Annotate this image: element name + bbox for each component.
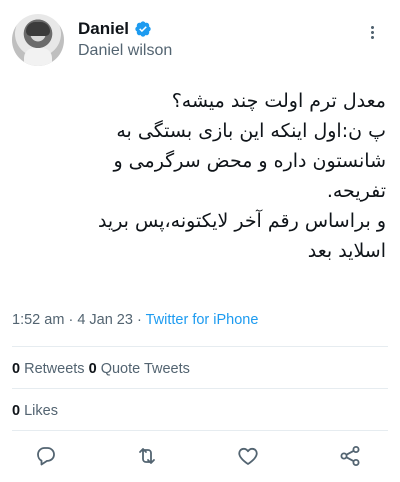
quotes-count: 0 — [88, 361, 97, 377]
retweets-stat[interactable]: 0 Retweets — [12, 361, 85, 377]
likes-stat[interactable]: 0 Likes — [12, 403, 58, 419]
tweet-time[interactable]: 1:52 am — [12, 312, 64, 328]
retweets-count: 0 — [12, 361, 21, 377]
tweet-date[interactable]: 4 Jan 23 — [77, 312, 133, 328]
avatar[interactable] — [12, 14, 64, 66]
tweet-header: Daniel Daniel wilson — [12, 12, 388, 72]
tweet-line: تفریحه. — [326, 180, 386, 202]
retweet-icon[interactable] — [135, 444, 159, 468]
author-info: Daniel Daniel wilson — [78, 18, 172, 60]
avatar-shirt — [24, 48, 52, 66]
likes-stats-row: 0 Likes — [12, 403, 58, 419]
divider — [12, 346, 388, 347]
tweet-line: پ ن:اول اینکه این بازی بستگی به — [116, 120, 386, 142]
divider — [12, 430, 388, 431]
retweet-stats-row: 0 Retweets 0 Quote Tweets — [12, 361, 190, 377]
display-name[interactable]: Daniel — [78, 19, 129, 39]
likes-count: 0 — [12, 403, 21, 419]
likes-label: Likes — [24, 403, 58, 419]
tweet-actions — [0, 440, 400, 472]
tweet-source-link[interactable]: Twitter for iPhone — [146, 312, 259, 328]
display-name-row: Daniel — [78, 18, 172, 40]
meta-separator: · — [136, 312, 142, 328]
meta-separator: · — [68, 312, 74, 328]
author-handle[interactable]: Daniel wilson — [78, 42, 172, 60]
tweet-text: معدل ترم اولت چند میشه؟ پ ن:اول اینکه ای… — [12, 86, 386, 266]
tweet-line: شانستون داره و محض سرگرمی و — [113, 150, 386, 172]
avatar-hair — [26, 22, 50, 36]
quotes-stat[interactable]: 0 Quote Tweets — [89, 361, 190, 377]
like-icon[interactable] — [236, 444, 260, 468]
verified-badge-icon — [135, 21, 151, 37]
tweet-line: و براساس رقم آخر لایکتونه،پس برید — [97, 210, 386, 232]
tweet-line: اسلاید بعد — [307, 240, 386, 262]
more-options-icon[interactable] — [362, 22, 382, 42]
retweets-label: Retweets — [24, 361, 85, 377]
tweet-meta: 1:52 am · 4 Jan 23 · Twitter for iPhone — [12, 312, 258, 328]
tweet-line: معدل ترم اولت چند میشه؟ — [171, 90, 386, 112]
divider — [12, 388, 388, 389]
reply-icon[interactable] — [34, 444, 58, 468]
quotes-label: Quote Tweets — [100, 361, 190, 377]
share-icon[interactable] — [338, 444, 362, 468]
